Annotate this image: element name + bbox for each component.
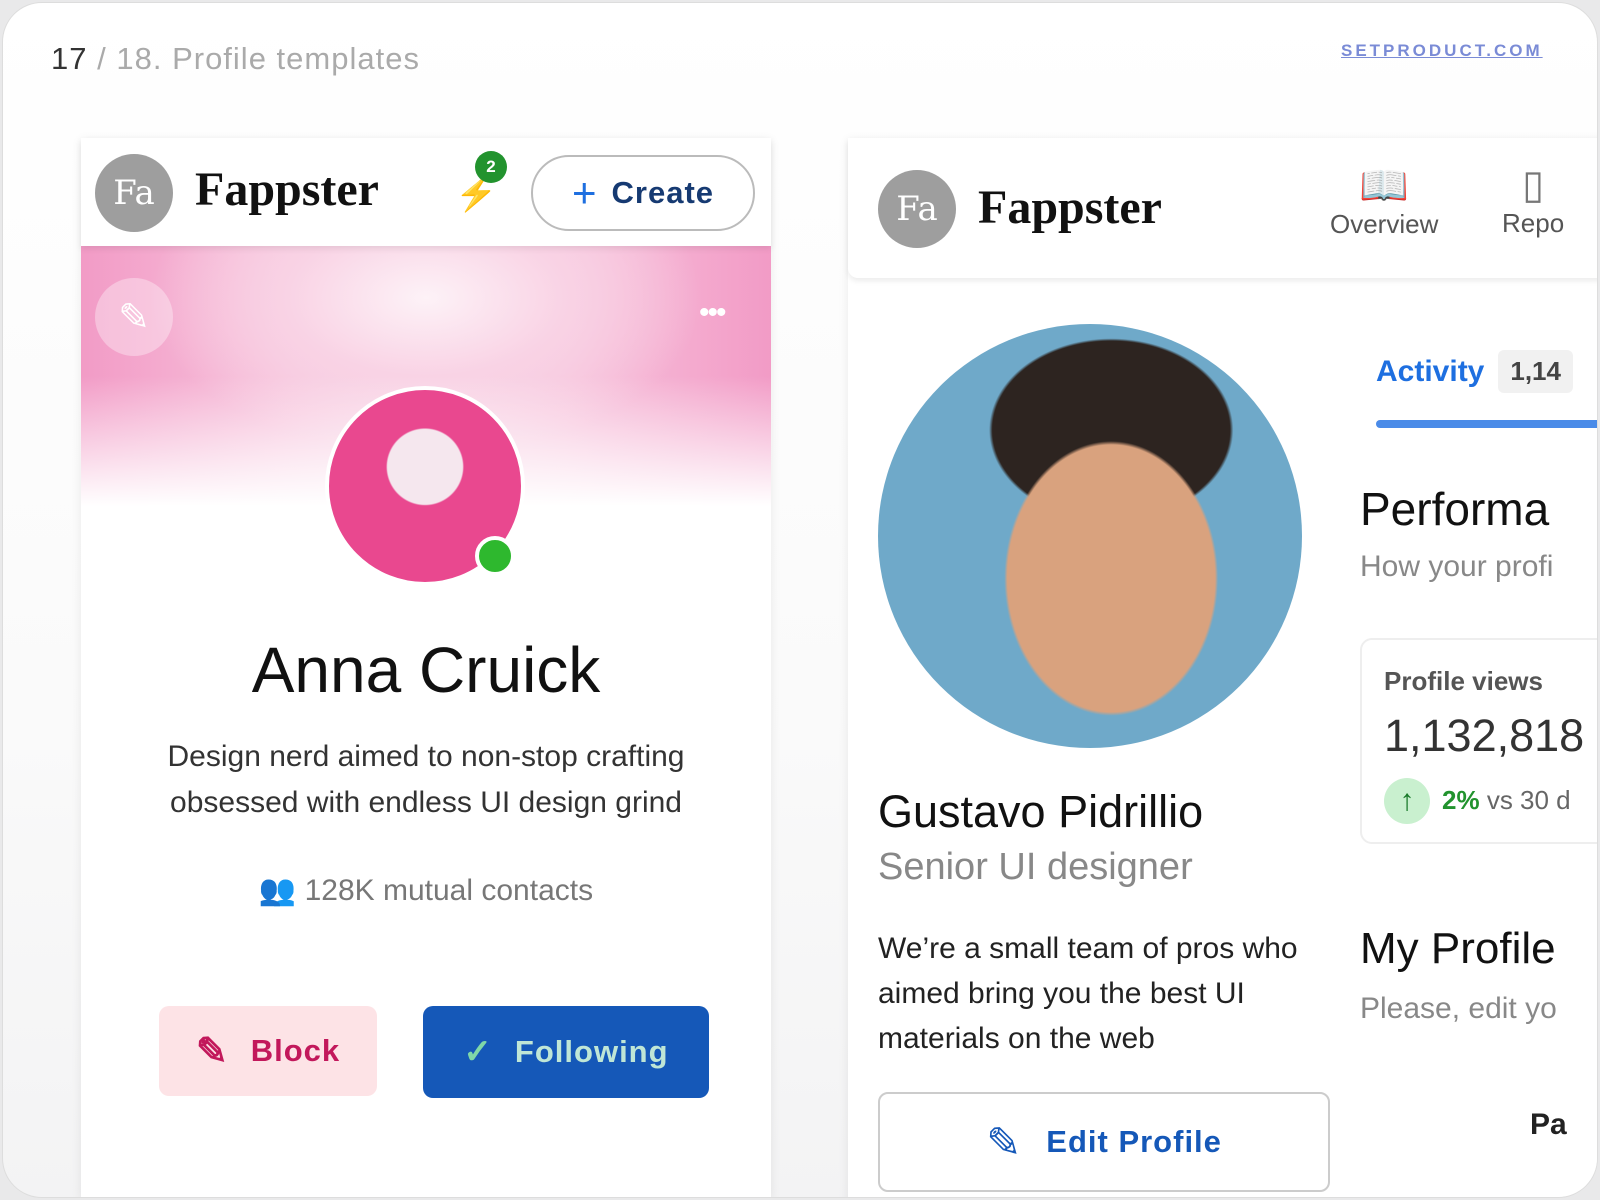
breadcrumb: 17 / 18. Profile templates bbox=[51, 41, 420, 77]
arrow-up-icon: ↑ bbox=[1384, 778, 1430, 824]
avatar bbox=[878, 324, 1302, 748]
stat-value: 1,132,818 bbox=[1384, 710, 1585, 761]
profile-views-card: Profile views 1,132,818 ↑ 2% vs 30 d bbox=[1360, 638, 1597, 844]
profile-bio: We’re a small team of pros who aimed brin… bbox=[878, 926, 1298, 1061]
pencil-icon: ✎ bbox=[195, 1030, 229, 1073]
nav-reports[interactable]: ▯ Repo bbox=[1502, 162, 1564, 239]
bio-line: We’re a small team of pros who bbox=[878, 932, 1298, 965]
tab-count: 1,14 bbox=[1498, 350, 1573, 393]
profile-card-gustavo: Fa Fappster 📖 Overview ▯ Repo Gustavo Pidr… bbox=[848, 138, 1597, 1197]
edit-profile-button[interactable]: ✎ Edit Profile bbox=[878, 1092, 1330, 1192]
bio-line: materials on the web bbox=[878, 1022, 1155, 1055]
stat-change-row: 2% vs 30 d bbox=[1442, 785, 1571, 816]
page-title: 18. Profile templates bbox=[116, 41, 420, 76]
bio-line: aimed bring you the best UI bbox=[878, 977, 1245, 1010]
create-label: Create bbox=[611, 175, 715, 210]
brand-name: Fappster bbox=[195, 163, 379, 216]
logo: Fa bbox=[878, 170, 956, 248]
plus-icon: + bbox=[571, 169, 598, 216]
report-icon: ▯ bbox=[1522, 163, 1545, 207]
partial-label: Pa bbox=[1530, 1108, 1567, 1141]
frame: 17 / 18. Profile templates SETPRODUCT.CO… bbox=[2, 2, 1598, 1198]
profile-name: Gustavo Pidrillio bbox=[878, 786, 1204, 837]
check-icon: ✓ bbox=[463, 1033, 493, 1071]
tab-underline bbox=[1376, 420, 1597, 428]
pencil-icon: ✎ bbox=[986, 1118, 1023, 1166]
online-indicator bbox=[475, 536, 515, 576]
page-number: 17 bbox=[51, 41, 88, 76]
edit-label: Edit Profile bbox=[1046, 1124, 1222, 1159]
profile-card-anna: Fa Fappster ⚡ 2 + Create ✎ ••• Anna Cruic… bbox=[81, 138, 771, 1197]
following-button[interactable]: ✓ Following bbox=[423, 1006, 709, 1098]
mutual-contacts: 👥 128K mutual contacts bbox=[81, 873, 771, 908]
nav-overview[interactable]: 📖 Overview bbox=[1330, 162, 1438, 240]
brand-name: Fappster bbox=[978, 181, 1162, 234]
my-profile-subtitle: Please, edit yo bbox=[1360, 992, 1557, 1025]
people-icon: 👥 bbox=[258, 874, 297, 907]
nav-label: Overview bbox=[1330, 209, 1439, 239]
edit-cover-button[interactable]: ✎ bbox=[95, 278, 173, 356]
book-icon: 📖 bbox=[1359, 164, 1410, 208]
nav-label: Repo bbox=[1502, 208, 1565, 238]
pencil-icon: ✎ bbox=[118, 296, 150, 339]
app-header: Fa Fappster 📖 Overview ▯ Repo bbox=[848, 138, 1597, 278]
stat-change: 2% bbox=[1442, 785, 1480, 815]
app-header: Fa Fappster ⚡ 2 + Create bbox=[81, 138, 771, 246]
profile-role: Senior UI designer bbox=[878, 846, 1193, 888]
block-button[interactable]: ✎ Block bbox=[159, 1006, 377, 1096]
notification-badge: 2 bbox=[475, 151, 507, 183]
stat-label: Profile views bbox=[1384, 666, 1543, 696]
create-button[interactable]: + Create bbox=[531, 155, 755, 231]
profile-bio: Design nerd aimed to non-stop crafting ob… bbox=[81, 734, 771, 826]
tab-activity[interactable]: Activity 1,14 bbox=[1376, 350, 1573, 393]
bio-line: obsessed with endless UI design grind bbox=[170, 786, 682, 819]
stat-compare: vs 30 d bbox=[1486, 785, 1571, 815]
separator: / bbox=[97, 41, 107, 76]
site-link[interactable]: SETPRODUCT.COM bbox=[1341, 41, 1543, 61]
profile-name: Anna Cruick bbox=[251, 634, 601, 706]
bio-line: Design nerd aimed to non-stop crafting bbox=[167, 740, 685, 773]
more-options-icon[interactable]: ••• bbox=[699, 296, 726, 330]
performance-title: Performa bbox=[1360, 483, 1550, 535]
tab-label: Activity bbox=[1376, 354, 1485, 388]
logo: Fa bbox=[95, 154, 173, 232]
mutual-text: 128K mutual contacts bbox=[304, 874, 594, 907]
block-label: Block bbox=[250, 1033, 341, 1068]
my-profile-title: My Profile bbox=[1360, 924, 1556, 973]
performance-subtitle: How your profi bbox=[1360, 550, 1554, 583]
following-label: Following bbox=[514, 1034, 669, 1069]
